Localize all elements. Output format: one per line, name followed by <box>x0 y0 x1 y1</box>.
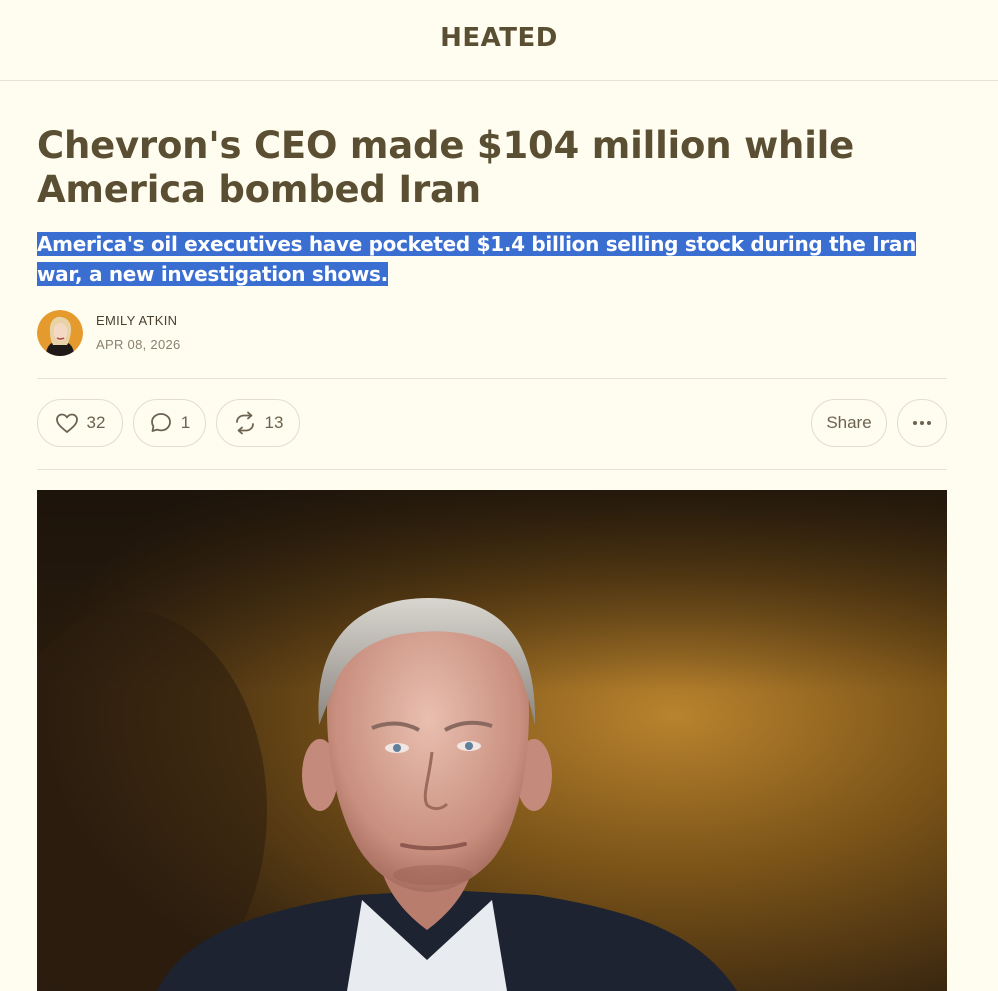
speech-bubble-icon <box>150 413 171 432</box>
selected-subtitle-text: America's oil executives have pocketed $… <box>37 232 917 286</box>
article-subtitle: America's oil executives have pocketed $… <box>37 229 957 289</box>
comment-count: 1 <box>180 413 191 432</box>
article-title: Chevron's CEO made $104 million while Am… <box>37 124 855 211</box>
share-button[interactable]: Share <box>811 399 887 447</box>
more-options-button[interactable] <box>897 399 947 447</box>
divider-bottom <box>37 469 947 470</box>
ellipsis-icon <box>913 421 931 425</box>
like-button[interactable]: 32 <box>37 399 123 447</box>
comment-button[interactable]: 1 <box>133 399 206 447</box>
post-date: APR 08, 2026 <box>96 337 181 352</box>
heart-icon <box>55 413 78 433</box>
hero-image[interactable] <box>37 490 947 991</box>
byline: EMILY ATKIN APR 08, 2026 <box>37 310 181 356</box>
divider-top <box>37 378 947 379</box>
publication-header: HEATED <box>0 0 998 81</box>
author-avatar[interactable] <box>37 310 83 356</box>
restack-count: 13 <box>264 413 284 432</box>
author-name[interactable]: EMILY ATKIN <box>96 313 181 329</box>
like-count: 32 <box>86 413 106 432</box>
publication-name[interactable]: HEATED <box>440 23 558 53</box>
byline-text: EMILY ATKIN APR 08, 2026 <box>96 313 181 353</box>
restack-arrows-icon <box>235 411 254 435</box>
share-label: Share <box>826 413 872 432</box>
restack-button[interactable]: 13 <box>216 399 300 447</box>
